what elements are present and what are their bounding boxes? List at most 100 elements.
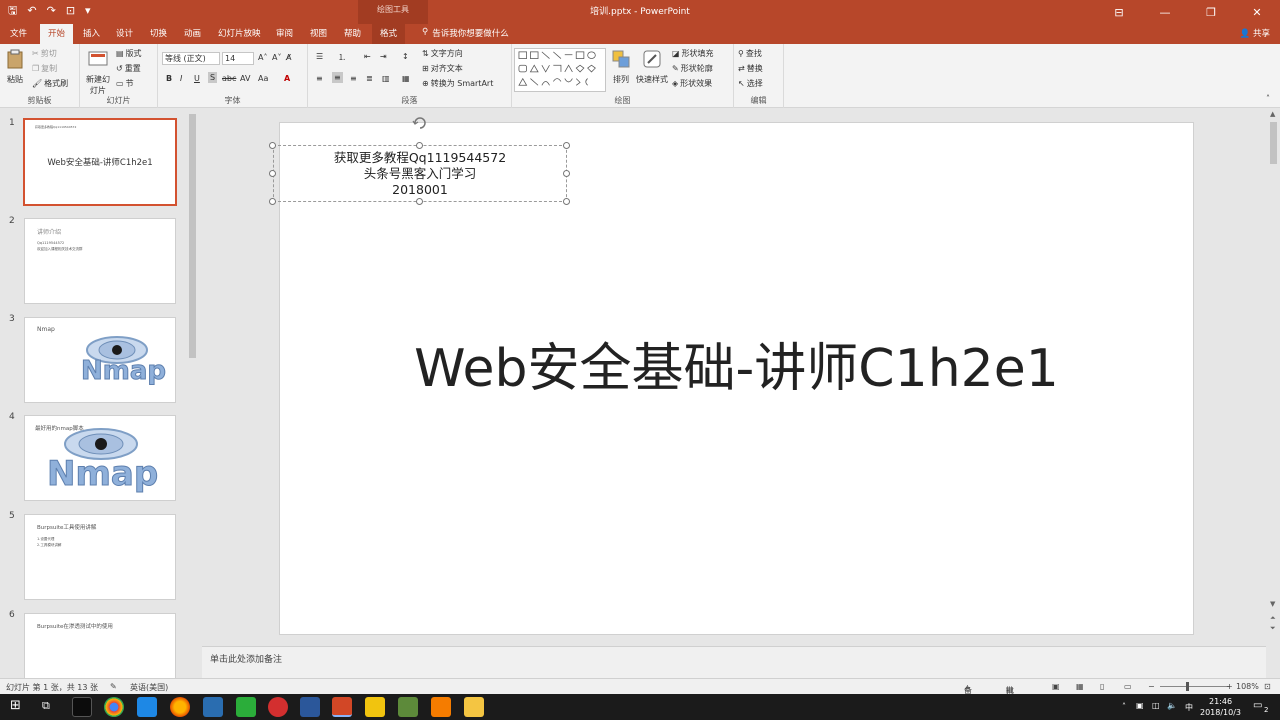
- slide-scroll-thumb[interactable]: [1270, 122, 1277, 164]
- word-app-icon[interactable]: [300, 697, 320, 717]
- shrink-font-icon[interactable]: A˅: [272, 53, 281, 62]
- tool-app-icon[interactable]: [398, 697, 418, 717]
- slideshow-view-icon[interactable]: ▭: [1124, 682, 1132, 691]
- shape-fill-button[interactable]: ◪ 形状填充: [672, 48, 714, 59]
- new-slide-button[interactable]: 新建幻灯片: [84, 48, 112, 96]
- line-spacing-icon[interactable]: ↕: [402, 52, 409, 61]
- resize-handle[interactable]: [563, 142, 570, 149]
- find-button[interactable]: ⚲ 查找: [738, 48, 762, 59]
- language-status[interactable]: 英语(美国): [130, 682, 168, 693]
- quick-styles-button[interactable]: 快速样式: [636, 48, 668, 85]
- thumbnail-slide-4[interactable]: 最好用的nmap脚本 Nmap: [24, 415, 176, 501]
- ribbon-display-options-icon[interactable]: ⊟: [1096, 0, 1142, 24]
- undo-icon[interactable]: ↶: [27, 4, 36, 18]
- format-painter-button[interactable]: 🖌 格式刷: [32, 78, 68, 89]
- zoom-out-icon[interactable]: −: [1148, 682, 1155, 691]
- clear-formatting-icon[interactable]: A̸: [286, 53, 291, 62]
- tab-transitions[interactable]: 切换: [150, 27, 167, 41]
- cut-button[interactable]: ✂ 剪切: [32, 48, 57, 59]
- zoom-slider[interactable]: [1160, 686, 1230, 687]
- clock-date[interactable]: 2018/10/3: [1200, 708, 1241, 717]
- volume-icon[interactable]: 🔈: [1167, 701, 1177, 710]
- justify-icon[interactable]: ≣: [366, 74, 373, 83]
- columns-icon[interactable]: ▦: [402, 74, 410, 83]
- zoom-level[interactable]: 108%: [1236, 682, 1259, 691]
- minimize-button[interactable]: —: [1142, 0, 1188, 24]
- text-direction-button[interactable]: ⇅ 文字方向: [422, 48, 463, 59]
- tray-app-icon[interactable]: ▣: [1136, 701, 1144, 710]
- start-from-beginning-icon[interactable]: ⊡: [66, 4, 75, 18]
- tab-animations[interactable]: 动画: [184, 27, 201, 41]
- rotate-handle-icon[interactable]: [412, 115, 428, 131]
- reading-view-icon[interactable]: ▯: [1100, 682, 1104, 691]
- slide-title[interactable]: Web安全基础-讲师C1h2e1: [279, 326, 1194, 401]
- distributed-icon[interactable]: ▥: [382, 74, 390, 83]
- tab-insert[interactable]: 插入: [83, 27, 100, 41]
- tab-view[interactable]: 视图: [310, 27, 327, 41]
- char-spacing-icon[interactable]: AV: [240, 74, 250, 83]
- align-left-icon[interactable]: ≡: [316, 74, 323, 83]
- bold-icon[interactable]: B: [166, 74, 172, 83]
- zoom-in-icon[interactable]: +: [1226, 682, 1233, 691]
- grow-font-icon[interactable]: A˄: [258, 53, 267, 62]
- text-shadow-icon[interactable]: S: [208, 72, 218, 83]
- tab-design[interactable]: 设计: [116, 27, 133, 41]
- align-text-button[interactable]: ⊞ 对齐文本: [422, 63, 463, 74]
- windows-start-icon[interactable]: ⊞: [10, 698, 21, 713]
- smartart-button[interactable]: ⊕ 转换为 SmartArt: [422, 78, 493, 89]
- replace-button[interactable]: ⇄ 替换: [738, 63, 763, 74]
- tab-file[interactable]: 文件: [10, 27, 27, 41]
- previous-slide-icon[interactable]: ⏶: [1270, 614, 1276, 623]
- close-button[interactable]: ✕: [1234, 0, 1280, 24]
- notes-app-icon[interactable]: [365, 697, 385, 717]
- paste-button[interactable]: 粘贴: [4, 48, 26, 85]
- customize-qat-icon[interactable]: ▾: [85, 4, 91, 18]
- fit-to-window-icon[interactable]: ⊡: [1264, 682, 1271, 691]
- wechat-app-icon[interactable]: [236, 697, 256, 717]
- zoom-slider-thumb[interactable]: [1186, 682, 1189, 691]
- shapes-gallery[interactable]: [514, 48, 606, 92]
- tab-format[interactable]: 格式: [372, 24, 406, 44]
- subtitle-text[interactable]: 获取更多教程Qq1119544572 头条号黑客入门学习 2018001: [273, 150, 567, 198]
- shape-outline-button[interactable]: ✎ 形状轮廓: [672, 63, 713, 74]
- network-app-icon[interactable]: [203, 697, 223, 717]
- thumbnail-scrollbar[interactable]: [187, 110, 199, 676]
- tab-help[interactable]: 帮助: [344, 27, 361, 41]
- task-view-icon[interactable]: ⧉: [42, 699, 50, 713]
- shape-effects-button[interactable]: ◈ 形状效果: [672, 78, 712, 89]
- resize-handle[interactable]: [416, 198, 423, 205]
- underline-icon[interactable]: U: [194, 74, 200, 83]
- chrome-app-icon[interactable]: [104, 697, 124, 717]
- network-icon[interactable]: ◫: [1152, 701, 1160, 710]
- font-size-select[interactable]: 14: [222, 52, 254, 65]
- bullets-icon[interactable]: ☰: [316, 52, 323, 61]
- font-name-select[interactable]: 等线 (正文): [162, 52, 220, 65]
- clock-time[interactable]: 21:46: [1209, 697, 1232, 706]
- tab-review[interactable]: 审阅: [276, 27, 293, 41]
- notes-pane[interactable]: 单击此处添加备注: [202, 646, 1266, 678]
- resize-handle[interactable]: [269, 198, 276, 205]
- tab-home[interactable]: 开始: [40, 24, 74, 44]
- terminal-app-icon[interactable]: [72, 697, 92, 717]
- resize-handle[interactable]: [269, 142, 276, 149]
- normal-view-icon[interactable]: ▣: [1052, 682, 1060, 691]
- ime-indicator[interactable]: 中: [1185, 702, 1193, 713]
- thumbnail-slide-1[interactable]: 获取更多教程Qq1119544572 Web安全基础-讲师C1h2e1: [23, 118, 177, 206]
- tray-overflow-icon[interactable]: ˄: [1122, 702, 1126, 711]
- thumbnail-scroll-thumb[interactable]: [189, 114, 196, 358]
- maximize-button[interactable]: ❐: [1188, 0, 1234, 24]
- share-button[interactable]: 👤 共享: [1240, 27, 1270, 39]
- netease-music-icon[interactable]: [268, 697, 288, 717]
- thumbnail-slide-3[interactable]: Nmap Nmap: [24, 317, 176, 403]
- powerpoint-app-icon[interactable]: [332, 697, 352, 717]
- copy-button[interactable]: ❐ 复制: [32, 63, 57, 74]
- align-right-icon[interactable]: ≡: [350, 74, 357, 83]
- sublime-app-icon[interactable]: [431, 697, 451, 717]
- redo-icon[interactable]: ↷: [47, 4, 56, 18]
- tell-me-box[interactable]: ⚲ 告诉我你想要做什么: [422, 27, 509, 39]
- reset-button[interactable]: ↺ 重置: [116, 63, 141, 74]
- increase-indent-icon[interactable]: ⇥: [380, 52, 387, 61]
- italic-icon[interactable]: I: [180, 74, 182, 83]
- numbering-icon[interactable]: ⒈: [338, 52, 346, 63]
- arrange-button[interactable]: 排列: [610, 48, 632, 85]
